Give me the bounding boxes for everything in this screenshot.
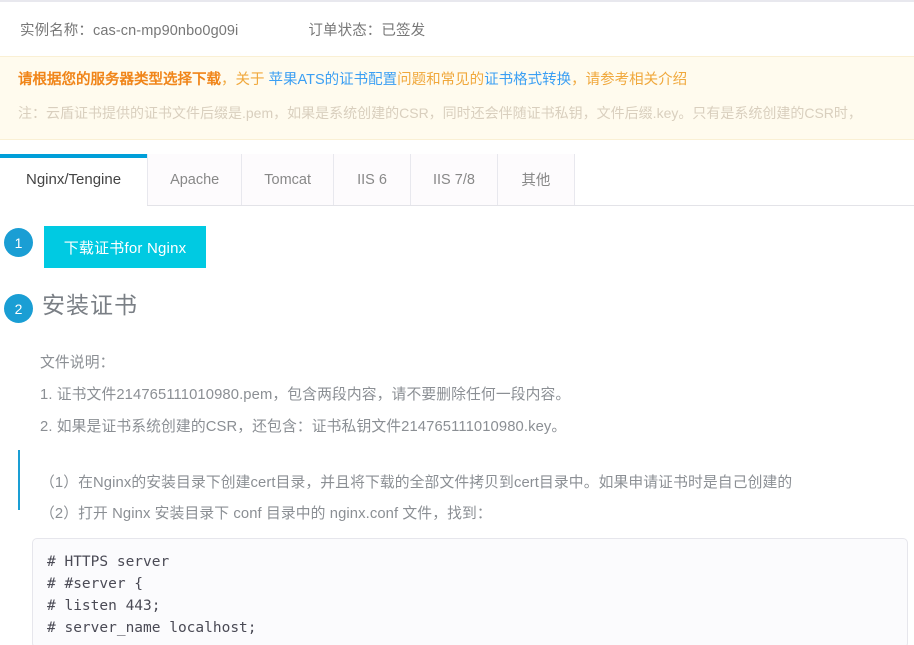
install-step-paragraph-1: （1）在Nginx的安装目录下创建cert目录，并且将下载的全部文件拷贝到cer… bbox=[40, 475, 793, 491]
tab-label: IIS 6 bbox=[357, 171, 387, 188]
download-certificate-button[interactable]: 下载证书for Nginx bbox=[44, 226, 206, 268]
file-description-item-1: 1. 证书文件214765111010980.pem，包含两段内容，请不要删除任… bbox=[40, 387, 571, 403]
code-line: # server_name localhost; bbox=[47, 620, 257, 636]
instance-name-value: cas-cn-mp90nbo0g09i bbox=[93, 22, 239, 39]
nginx-config-code-block[interactable]: # HTTPS server # #server { # listen 443;… bbox=[32, 538, 908, 645]
notice-middle-text: 问题和常见的 bbox=[397, 72, 485, 88]
file-description-label: 文件说明： bbox=[40, 355, 115, 371]
ats-config-link[interactable]: 苹果ATS的证书配置 bbox=[269, 72, 398, 88]
install-certificate-heading: 安装证书 bbox=[42, 292, 138, 318]
tab-label: Tomcat bbox=[264, 171, 311, 188]
instance-info-bar: 实例名称：cas-cn-mp90nbo0g09i 订单状态：已签发 bbox=[0, 2, 914, 56]
tab-iis-7-8[interactable]: IIS 7/8 bbox=[410, 154, 498, 205]
tab-iis-6[interactable]: IIS 6 bbox=[333, 154, 411, 205]
code-line: # listen 443; bbox=[47, 598, 161, 614]
certificate-download-page: 实例名称：cas-cn-mp90nbo0g09i 订单状态：已签发 请根据您的服… bbox=[0, 0, 914, 645]
step-marker-2: 2 bbox=[4, 294, 33, 323]
tab-other[interactable]: 其他 bbox=[496, 154, 575, 205]
notice-secondary-line: 注：云盾证书提供的证书文件后缀是.pem，如果是系统创建的CSR，同时还会伴随证… bbox=[18, 105, 862, 121]
file-description-item-2: 2. 如果是证书系统创建的CSR，还包含：证书私钥文件2147651110109… bbox=[40, 419, 567, 435]
tabs-filler bbox=[575, 154, 914, 205]
tab-label: 其他 bbox=[521, 173, 551, 189]
tab-label: Nginx/Tengine bbox=[26, 171, 122, 188]
order-status-label: 订单状态： bbox=[308, 22, 382, 39]
order-status-field: 订单状态：已签发 bbox=[308, 19, 425, 40]
format-convert-link[interactable]: 证书格式转换 bbox=[484, 72, 571, 88]
tab-nginx-tengine[interactable]: Nginx/Tengine bbox=[0, 154, 149, 206]
order-status-value: 已签发 bbox=[381, 22, 426, 39]
notice-primary-line: 请根据您的服务器类型选择下载，关于 苹果ATS的证书配置问题和常见的证书格式转换… bbox=[18, 69, 914, 91]
tab-tomcat[interactable]: Tomcat bbox=[241, 154, 334, 205]
step-marker-1: 1 bbox=[4, 228, 33, 257]
notice-banner: 请根据您的服务器类型选择下载，关于 苹果ATS的证书配置问题和常见的证书格式转换… bbox=[0, 56, 914, 140]
instance-name-field: 实例名称：cas-cn-mp90nbo0g09i bbox=[20, 19, 238, 40]
notice-strong-text: 请根据您的服务器类型选择下载 bbox=[18, 72, 221, 88]
server-type-tabs: Nginx/Tengine Apache Tomcat IIS 6 IIS 7/… bbox=[0, 154, 914, 206]
tab-panel-nginx: 1 2 下载证书for Nginx 安装证书 文件说明： 1. 证书文件2147… bbox=[0, 206, 914, 645]
install-step-paragraph-2: （2）打开 Nginx 安装目录下 conf 目录中的 nginx.conf 文… bbox=[40, 506, 492, 522]
notice-separator-text: ，关于 bbox=[221, 72, 269, 88]
step-connector-line bbox=[18, 450, 20, 510]
code-line: # HTTPS server bbox=[47, 554, 170, 570]
step-number: 1 bbox=[14, 234, 23, 251]
tab-label: Apache bbox=[170, 171, 220, 188]
notice-tail-text: ，请参考相关介绍 bbox=[571, 72, 688, 88]
step-number: 2 bbox=[14, 300, 23, 317]
instance-name-label: 实例名称： bbox=[20, 22, 93, 39]
tab-label: IIS 7/8 bbox=[433, 171, 475, 188]
tab-apache[interactable]: Apache bbox=[147, 154, 243, 205]
code-line: # #server { bbox=[47, 576, 144, 592]
